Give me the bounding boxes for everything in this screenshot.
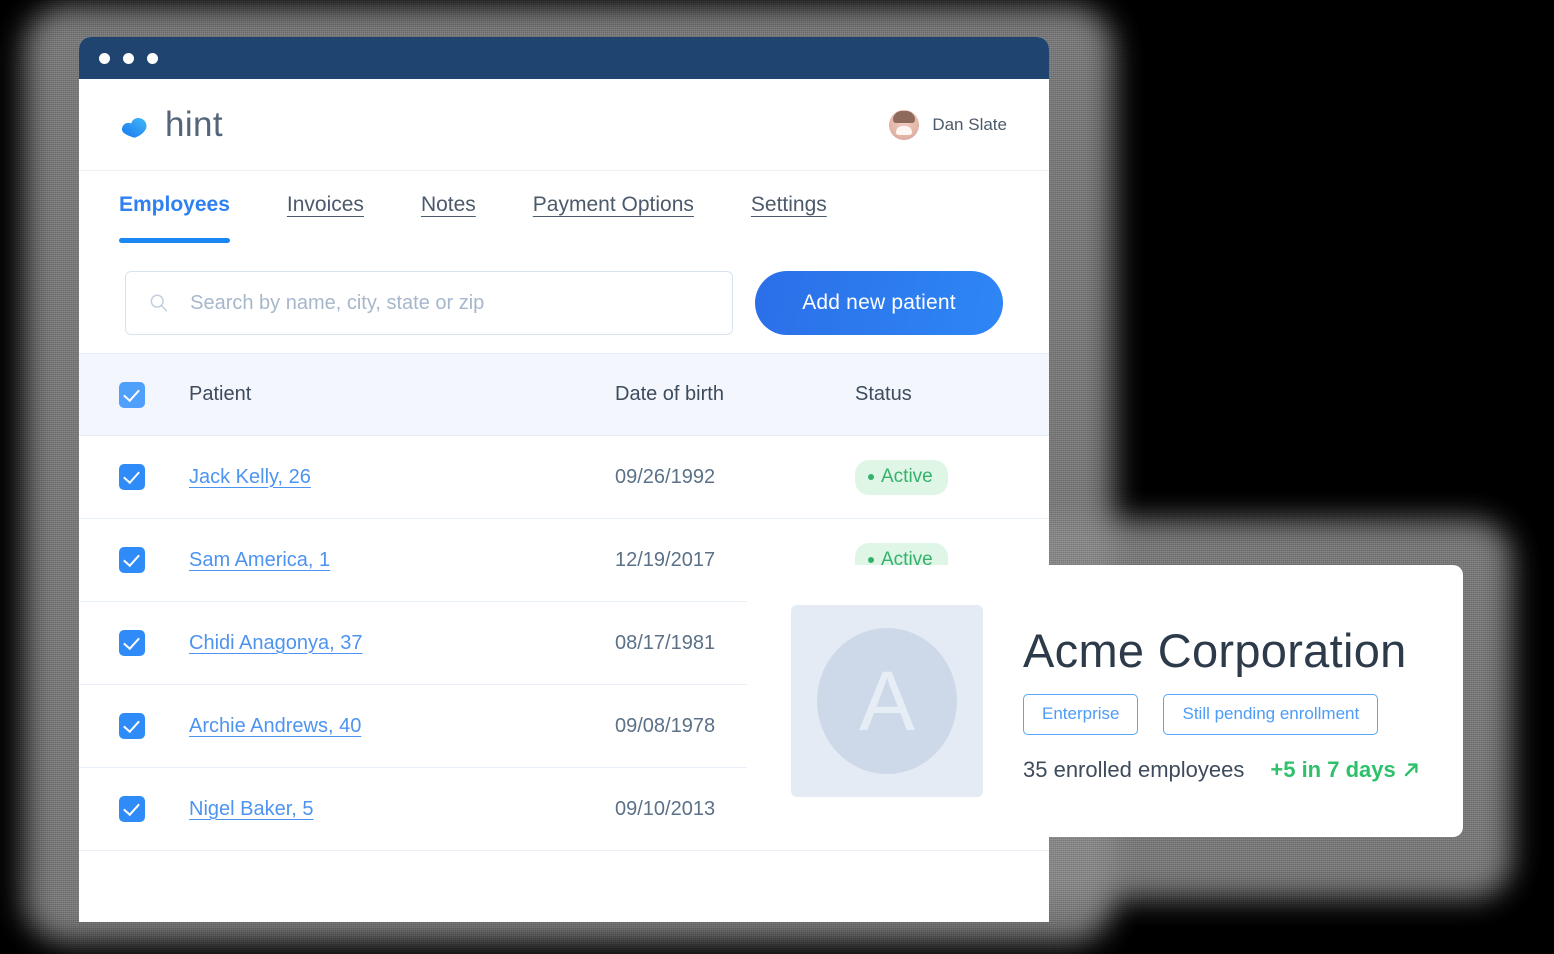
tab-payment-options[interactable]: Payment Options <box>533 193 694 243</box>
search-icon <box>150 294 168 312</box>
table-row[interactable]: Jack Kelly, 26 09/26/1992 Active <box>79 436 1049 519</box>
patient-link[interactable]: Archie Andrews, 40 <box>189 715 361 737</box>
column-header-patient[interactable]: Patient <box>145 383 615 406</box>
user-menu[interactable]: Dan Slate <box>889 109 1007 140</box>
window-close-dot[interactable] <box>99 52 110 64</box>
enrolled-employees-count: 35 enrolled employees <box>1023 757 1245 782</box>
tab-settings[interactable]: Settings <box>751 193 827 243</box>
brand-header: hint Dan Slate <box>79 79 1049 171</box>
badge-pending-enrollment[interactable]: Still pending enrollment <box>1163 694 1379 735</box>
tab-settings-label: Settings <box>750 193 827 216</box>
window-maximize-dot[interactable] <box>147 52 158 64</box>
patient-link[interactable]: Chidi Anagonya, 37 <box>189 632 362 654</box>
row-checkbox[interactable] <box>119 464 145 490</box>
tab-notes[interactable]: Notes <box>421 193 476 243</box>
company-stats: 35 enrolled employees +5 in 7 days <box>1023 757 1420 783</box>
tab-employees-label: Employees <box>119 193 230 216</box>
enrollment-delta-label: +5 in 7 days <box>1270 757 1396 782</box>
search-box[interactable] <box>125 271 733 335</box>
enrollment-delta: +5 in 7 days <box>1270 757 1419 783</box>
add-new-patient-button[interactable]: Add new patient <box>755 271 1003 335</box>
tab-employees[interactable]: Employees <box>119 193 230 243</box>
brand-logo-group[interactable]: hint <box>119 105 223 145</box>
row-checkbox[interactable] <box>119 713 145 739</box>
search-input[interactable] <box>188 290 710 316</box>
hint-cloud-heart-logo-icon <box>122 117 147 138</box>
patient-link[interactable]: Nigel Baker, 5 <box>189 798 314 820</box>
status-dot-icon <box>868 556 874 563</box>
tab-payment-options-label: Payment Options <box>532 193 694 216</box>
company-badges: Enterprise Still pending enrollment <box>1023 694 1420 735</box>
status-badge: Active <box>855 459 948 495</box>
table-header-row: Patient Date of birth Status <box>79 353 1049 436</box>
window-titlebar <box>79 37 1049 79</box>
window-minimize-dot[interactable] <box>123 52 134 64</box>
status-dot-icon <box>868 473 874 480</box>
arrow-up-right-icon <box>1404 763 1418 777</box>
column-header-date-of-birth[interactable]: Date of birth <box>615 383 855 406</box>
company-details: Acme Corporation Enterprise Still pendin… <box>1023 619 1420 783</box>
search-toolbar: Add new patient <box>79 249 1049 345</box>
brand-name: hint <box>165 104 224 144</box>
row-dob: 09/26/1992 <box>615 465 716 488</box>
select-all-checkbox[interactable] <box>119 381 145 408</box>
company-avatar-circle: A <box>817 628 957 774</box>
patient-link[interactable]: Jack Kelly, 26 <box>189 466 311 488</box>
company-avatar: A <box>791 605 983 797</box>
badge-enterprise[interactable]: Enterprise <box>1023 694 1139 735</box>
company-avatar-letter: A <box>858 654 916 748</box>
row-checkbox[interactable] <box>119 630 145 656</box>
company-name: Acme Corporation <box>1023 624 1407 677</box>
row-checkbox[interactable] <box>119 547 145 573</box>
status-label: Active <box>881 465 933 487</box>
column-header-status[interactable]: Status <box>855 383 1035 406</box>
avatar <box>889 109 920 140</box>
tab-invoices[interactable]: Invoices <box>287 193 364 243</box>
patient-link[interactable]: Sam America, 1 <box>189 549 330 571</box>
user-name: Dan Slate <box>932 114 1007 134</box>
row-checkbox[interactable] <box>119 796 145 822</box>
acme-company-card: A Acme Corporation Enterprise Still pend… <box>747 565 1463 837</box>
active-tab-underline <box>119 238 230 243</box>
tab-invoices-label: Invoices <box>286 193 364 216</box>
tab-notes-label: Notes <box>420 193 476 216</box>
primary-tabs: Employees Invoices Notes Payment Options… <box>79 171 1049 249</box>
